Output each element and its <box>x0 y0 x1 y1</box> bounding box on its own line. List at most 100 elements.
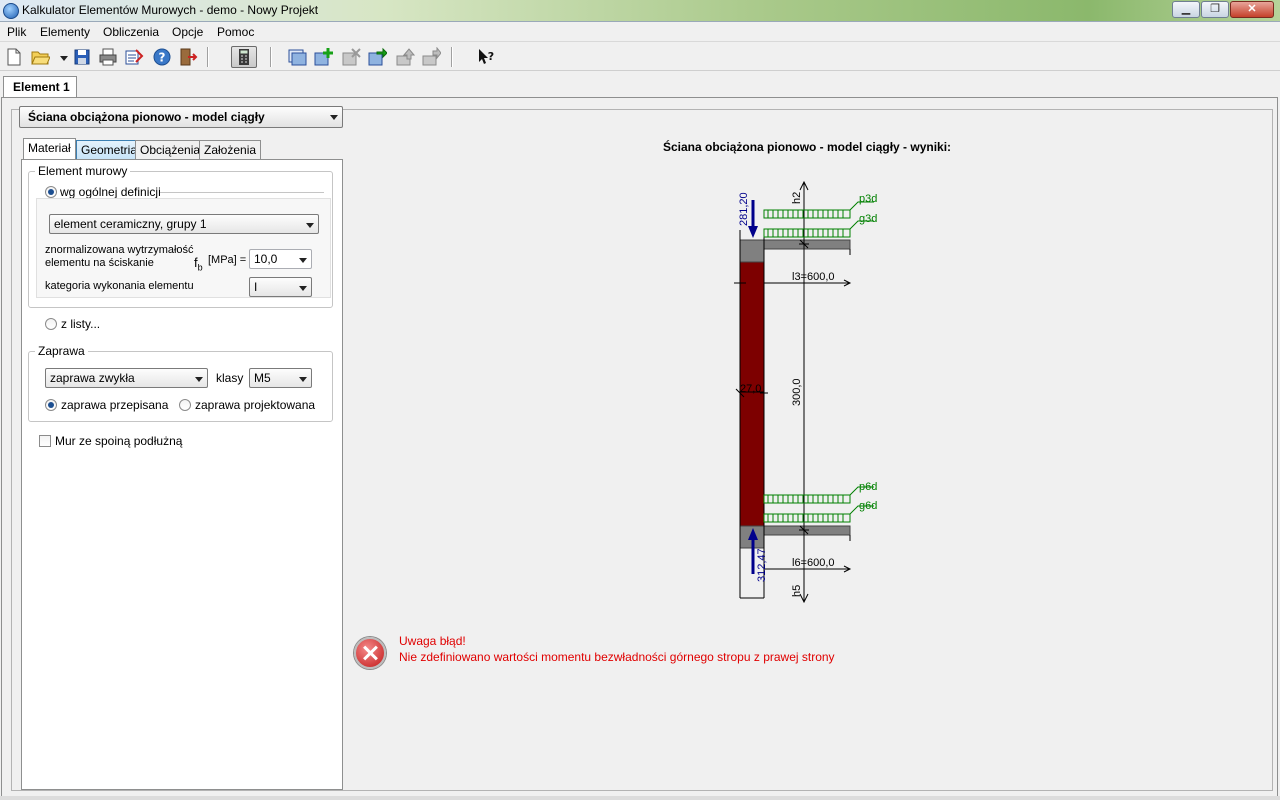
l3-label: l3=600,0 <box>792 271 835 283</box>
svg-text:?: ? <box>159 51 166 65</box>
toolbar: ? ? <box>0 43 1280 71</box>
window-title: Kalkulator Elementów Murowych - demo - N… <box>22 3 319 17</box>
strength-label-line2: elementu na ściskanie <box>45 257 154 269</box>
minimize-button[interactable]: ▁ <box>1172 1 1200 18</box>
calculator-icon[interactable] <box>231 46 257 68</box>
h5-label: h5 <box>791 585 803 597</box>
tab-geometry[interactable]: Geometria <box>76 140 143 159</box>
top-force-arrowhead <box>748 226 758 238</box>
move-up-icon[interactable] <box>395 47 416 67</box>
title-bar: Kalkulator Elementów Murowych - demo - N… <box>0 0 1280 22</box>
chevron-down-icon <box>299 286 307 291</box>
p3d-label: p3d <box>859 193 877 205</box>
element-type-select[interactable]: Ściana obciążona pionowo - model ciągły <box>19 106 343 128</box>
close-button[interactable]: ✕ <box>1230 1 1274 18</box>
strength-label-line1: znormalizowana wytrzymałość <box>45 244 194 256</box>
category-select[interactable]: I <box>249 277 312 297</box>
mortar-class-label: klasy <box>216 371 244 385</box>
mortar-class-value: M5 <box>254 371 271 385</box>
from-list-label: z listy... <box>61 317 101 331</box>
open-folder-icon[interactable] <box>30 47 51 67</box>
top-loads <box>763 201 874 238</box>
save-icon[interactable] <box>72 47 92 67</box>
mortar-class-select[interactable]: M5 <box>249 368 312 388</box>
prescribed-mortar-radio[interactable] <box>45 399 57 411</box>
move-down-icon[interactable] <box>421 46 442 67</box>
menu-bar: Plik Elementy Obliczenia Opcje Pomoc <box>0 22 1280 42</box>
bottom-loads <box>763 486 874 523</box>
chevron-down-icon <box>330 115 338 120</box>
element-type-value: Ściana obciążona pionowo - model ciągły <box>28 110 265 124</box>
element-material-value: element ceramiczny, grupy 1 <box>54 217 207 231</box>
tab-material[interactable]: Materiał <box>23 138 76 160</box>
chevron-down-icon <box>306 223 314 228</box>
wall-diagram: 281,20 312,47 h2 h5 300,0 27,0 p3d g3d p… <box>734 180 877 604</box>
chevron-down-icon <box>299 258 307 263</box>
error-icon <box>354 637 386 669</box>
h2-label: h2 <box>791 192 803 204</box>
delete-element-icon[interactable] <box>341 47 361 67</box>
app-icon <box>3 3 19 19</box>
export-icon[interactable] <box>124 47 144 67</box>
menu-opcje[interactable]: Opcje <box>172 25 203 39</box>
exit-icon[interactable] <box>178 47 198 67</box>
general-definition-label: wg ogólnej definicji <box>60 185 161 199</box>
l6-label: l6=600,0 <box>792 557 835 569</box>
mortar-group-label: Zaprawa <box>35 344 88 358</box>
g6d-label: g6d <box>859 500 877 512</box>
menu-pomoc[interactable]: Pomoc <box>217 25 254 39</box>
p6d-label: p6d <box>859 481 877 493</box>
tab-loads[interactable]: Obciążenia <box>135 140 206 159</box>
longitudinal-joint-label: Mur ze spoiną podłużną <box>55 434 183 448</box>
status-bar <box>0 796 1280 800</box>
category-value: I <box>254 280 258 294</box>
mortar-type-select[interactable]: zaprawa zwykła <box>45 368 208 388</box>
context-help-icon[interactable]: ? <box>476 47 496 67</box>
g3d-label: g3d <box>859 213 877 225</box>
tab-element-1[interactable]: Element 1 <box>3 76 77 98</box>
category-label: kategoria wykonania elementu <box>45 280 194 292</box>
window-controls: ▁ ❐ ✕ <box>1172 1 1274 18</box>
general-definition-radio[interactable] <box>45 186 57 198</box>
fb-value-input[interactable]: 10,0 <box>249 249 312 269</box>
open-dropdown-icon[interactable] <box>54 47 68 67</box>
element-list-icon[interactable] <box>287 47 307 67</box>
prescribed-mortar-label: zaprawa przepisana <box>61 398 169 412</box>
maximize-button[interactable]: ❐ <box>1201 1 1229 18</box>
new-document-icon[interactable] <box>4 47 24 67</box>
add-element-icon[interactable] <box>313 47 333 67</box>
toolbar-separator <box>270 47 272 67</box>
help-icon[interactable]: ? <box>152 47 172 67</box>
from-list-radio[interactable] <box>45 318 57 330</box>
error-message: Nie zdefiniowano wartości momentu bezwła… <box>399 650 835 664</box>
toolbar-separator <box>451 47 453 67</box>
print-icon[interactable] <box>98 47 118 67</box>
designed-mortar-radio[interactable] <box>179 399 191 411</box>
top-slab-block <box>739 239 765 263</box>
height-label: 300,0 <box>791 378 803 406</box>
thickness-label: 27,0 <box>740 383 761 395</box>
mortar-type-value: zaprawa zwykła <box>50 371 135 385</box>
divider <box>160 192 324 193</box>
bottom-force-label: 312,47 <box>756 548 768 582</box>
svg-text:?: ? <box>488 50 494 63</box>
chevron-down-icon <box>195 377 203 382</box>
longitudinal-joint-checkbox[interactable] <box>39 435 51 447</box>
fb-unit-label: [MPa] = <box>208 254 247 266</box>
fb-subscript: b <box>197 262 203 273</box>
menu-elementy[interactable]: Elementy <box>40 25 90 39</box>
element-material-select[interactable]: element ceramiczny, grupy 1 <box>49 214 319 234</box>
chevron-down-icon <box>299 377 307 382</box>
tab-assumptions[interactable]: Założenia <box>199 140 262 159</box>
masonry-element-group-label: Element murowy <box>35 164 131 178</box>
error-title: Uwaga błąd! <box>399 634 466 648</box>
toolbar-separator <box>207 47 209 67</box>
material-panel: Element murowy wg ogólnej definicji elem… <box>21 159 343 790</box>
fb-value: 10,0 <box>254 252 278 266</box>
menu-obliczenia[interactable]: Obliczenia <box>103 25 159 39</box>
fb-symbol: fb <box>194 255 203 273</box>
designed-mortar-label: zaprawa projektowana <box>195 398 316 412</box>
copy-element-icon[interactable] <box>367 47 388 67</box>
results-title: Ściana obciążona pionowo - model ciągły … <box>663 140 952 154</box>
menu-plik[interactable]: Plik <box>7 25 26 39</box>
